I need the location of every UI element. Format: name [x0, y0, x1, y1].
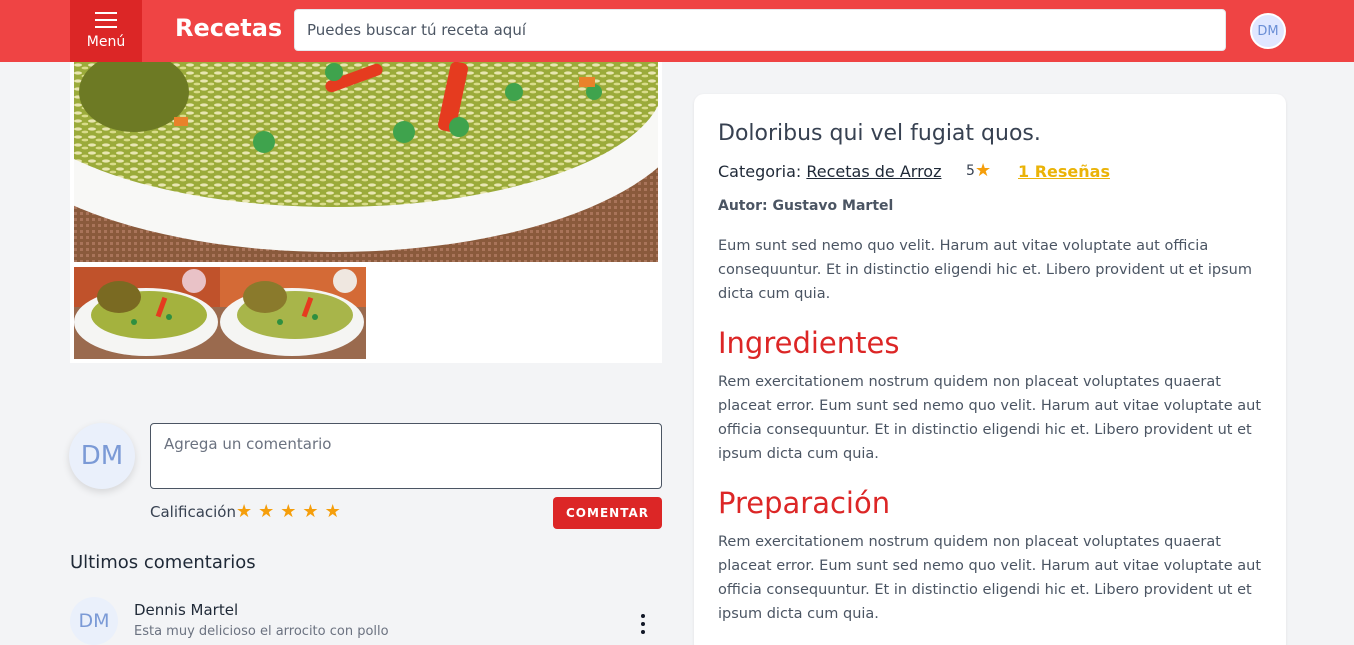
preparation-text: Rem exercitationem nostrum quidem non pl…: [718, 534, 1262, 622]
thumbnail-1[interactable]: [74, 267, 220, 359]
ingredients-title: Ingredientes: [718, 326, 900, 360]
latest-comments-title: Ultimos comentarios: [70, 552, 256, 573]
user-avatar[interactable]: DM: [1250, 13, 1286, 49]
ingredients-text: Rem exercitationem nostrum quidem non pl…: [718, 374, 1262, 462]
category-label: Categoria:: [718, 162, 802, 181]
search-input[interactable]: [294, 9, 1226, 51]
comment-text: Esta muy delicioso el arrocito con pollo: [134, 624, 389, 639]
top-bar: Menú Recetas DM: [0, 0, 1354, 62]
comment-author: Dennis Martel: [134, 601, 239, 619]
rating-stars[interactable]: ★ ★ ★ ★ ★: [236, 501, 341, 522]
menu-label: Menú: [86, 34, 126, 50]
star-icon[interactable]: ★: [280, 501, 296, 522]
recipe-title: Doloribus qui vel fugiat quos.: [718, 121, 1041, 146]
thumbnail-2[interactable]: [220, 267, 366, 359]
rating-label: Calificación: [150, 503, 236, 521]
rating-value: 5: [966, 163, 975, 179]
comment-avatar: DM: [70, 597, 118, 645]
recipe-author: Autor: Gustavo Martel: [718, 198, 894, 214]
comment-button[interactable]: COMENTAR: [553, 497, 662, 529]
recipe-gallery: [70, 62, 662, 363]
star-icon[interactable]: ★: [236, 501, 252, 522]
recipe-card: Doloribus qui vel fugiat quos. Categoria…: [694, 94, 1286, 645]
hamburger-icon: [95, 12, 117, 28]
more-options-icon[interactable]: [636, 614, 650, 634]
brand-logo[interactable]: Recetas: [175, 14, 282, 42]
reviews-link[interactable]: 1 Reseñas: [1018, 162, 1110, 181]
star-icon[interactable]: ★: [325, 501, 341, 522]
preparation-title: Preparación: [718, 486, 891, 520]
category-link[interactable]: Recetas de Arroz: [806, 162, 941, 181]
comment-input[interactable]: [150, 423, 662, 489]
category-row: Categoria: Recetas de Arroz: [718, 162, 941, 181]
menu-button[interactable]: Menú: [70, 0, 142, 62]
star-icon: ★: [975, 160, 992, 181]
star-icon[interactable]: ★: [258, 501, 274, 522]
recipe-main-image: [74, 62, 658, 262]
recipe-description: Eum sunt sed nemo quo velit. Harum aut v…: [718, 238, 1253, 302]
commenter-avatar: DM: [69, 423, 135, 489]
star-icon[interactable]: ★: [302, 501, 318, 522]
